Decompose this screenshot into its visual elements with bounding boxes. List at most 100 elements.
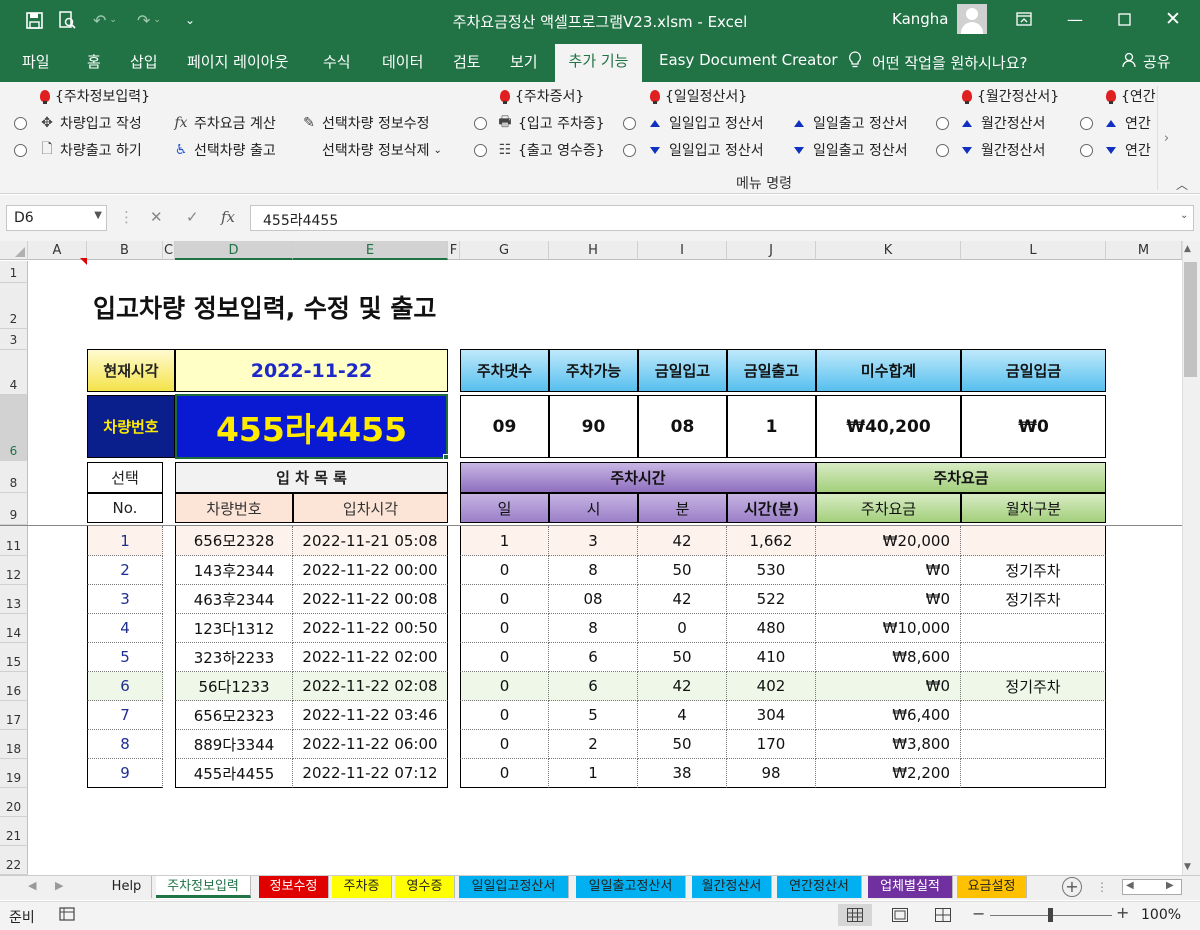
- tab-formulas[interactable]: 수식: [323, 51, 351, 72]
- selected-car-delete-dropdown[interactable]: 선택차량 정보삭제 ⌄: [322, 139, 442, 161]
- car-out-button[interactable]: 🗋 차량출고 하기: [38, 139, 141, 161]
- sheet-tab-4[interactable]: 영수증: [395, 876, 455, 898]
- out-receipt-button[interactable]: ☷ {출고 영수증}: [496, 139, 605, 161]
- col-header-i[interactable]: I: [638, 241, 727, 260]
- row-header-13[interactable]: 13: [0, 585, 28, 614]
- row-header-3[interactable]: 3: [0, 329, 28, 350]
- row-hours[interactable]: 5: [549, 701, 638, 730]
- row-plate[interactable]: 455라4455: [175, 759, 293, 788]
- tab-add-ins[interactable]: 추가 기능: [555, 44, 642, 82]
- row-plate[interactable]: 463후2344: [175, 585, 293, 614]
- row-entry-time[interactable]: 2022-11-22 02:00: [293, 643, 448, 672]
- tab-insert[interactable]: 삽입: [130, 51, 158, 72]
- row-hours[interactable]: 6: [549, 643, 638, 672]
- enter-icon[interactable]: ✓: [186, 208, 199, 226]
- row-header-2[interactable]: 2: [0, 283, 28, 329]
- row-total-minutes[interactable]: 410: [727, 643, 816, 672]
- daily-in-up-radio[interactable]: [623, 112, 636, 134]
- row-days[interactable]: 0: [460, 701, 549, 730]
- vertical-scroll-thumb[interactable]: [1184, 262, 1197, 377]
- page-layout-view-icon[interactable]: [892, 908, 908, 926]
- col-header-f[interactable]: F: [448, 241, 460, 260]
- row-entry-time[interactable]: 2022-11-22 00:00: [293, 556, 448, 585]
- row-no[interactable]: 7: [87, 701, 163, 730]
- avatar[interactable]: [957, 4, 987, 34]
- scroll-left-icon[interactable]: ◀: [1126, 880, 1134, 891]
- customize-qat-icon[interactable]: ⌄: [180, 9, 200, 31]
- sheet-tab-6[interactable]: 일일출고정산서: [576, 876, 686, 898]
- row-no[interactable]: 5: [87, 643, 163, 672]
- tab-home[interactable]: 홈: [87, 51, 101, 72]
- row-plate[interactable]: 123다1312: [175, 614, 293, 643]
- tab-view[interactable]: 보기: [510, 51, 538, 72]
- row-no[interactable]: 3: [87, 585, 163, 614]
- car-in-button[interactable]: ✥ 차량입고 작성: [38, 112, 142, 134]
- zoom-slider-thumb[interactable]: [1048, 908, 1053, 922]
- collapse-ribbon-icon[interactable]: ︿: [1176, 176, 1188, 193]
- tell-me-search[interactable]: 어떤 작업을 원하시나요?: [848, 51, 1028, 73]
- row-header-15[interactable]: 15: [0, 643, 28, 672]
- zoom-in-icon[interactable]: +: [1116, 903, 1129, 922]
- col-header-e[interactable]: E: [293, 241, 448, 260]
- row-minutes[interactable]: 50: [638, 643, 727, 672]
- sheet-tab-1[interactable]: 주차정보입력: [156, 876, 251, 898]
- row-monthly[interactable]: 정기주차: [961, 585, 1106, 614]
- row-monthly[interactable]: [961, 526, 1106, 556]
- plate-input[interactable]: 455라4455: [175, 394, 448, 459]
- row-plate[interactable]: 656모2323: [175, 701, 293, 730]
- row-plate[interactable]: 323하2233: [175, 643, 293, 672]
- row-header-17[interactable]: 17: [0, 701, 28, 730]
- daily-out-desc-button[interactable]: 일일출고 정산서: [794, 139, 908, 161]
- row-monthly[interactable]: 정기주차: [961, 672, 1106, 701]
- expand-formula-icon[interactable]: ⌄: [1180, 210, 1188, 221]
- sheet-tab-8[interactable]: 연간정산서: [777, 876, 862, 898]
- undo-icon[interactable]: ↶ ⌄: [90, 9, 120, 31]
- macro-record-icon[interactable]: [59, 907, 75, 925]
- row-minutes[interactable]: 50: [638, 556, 727, 585]
- row-fee[interactable]: ₩0: [816, 672, 961, 701]
- page-break-view-icon[interactable]: [935, 908, 951, 926]
- in-ticket-radio[interactable]: [474, 112, 487, 134]
- row-plate[interactable]: 56다1233: [175, 672, 293, 701]
- row-header-6[interactable]: 6: [0, 395, 28, 461]
- sheet-tab-10[interactable]: 요금설정: [957, 876, 1027, 898]
- row-entry-time[interactable]: 2022-11-22 06:00: [293, 730, 448, 759]
- row-monthly[interactable]: [961, 643, 1106, 672]
- row-total-minutes[interactable]: 530: [727, 556, 816, 585]
- col-header-g[interactable]: G: [460, 241, 549, 260]
- col-header-h[interactable]: H: [549, 241, 638, 260]
- col-header-m[interactable]: M: [1106, 241, 1182, 260]
- row-total-minutes[interactable]: 98: [727, 759, 816, 788]
- col-header-l[interactable]: L: [961, 241, 1106, 260]
- row-fee[interactable]: ₩8,600: [816, 643, 961, 672]
- tab-easy-document-creator[interactable]: Easy Document Creator: [659, 51, 838, 69]
- ribbon-display-icon[interactable]: [1007, 6, 1041, 32]
- row-entry-time[interactable]: 2022-11-22 02:08: [293, 672, 448, 701]
- row-minutes[interactable]: 38: [638, 759, 727, 788]
- redo-icon[interactable]: ↷ ⌄: [134, 9, 164, 31]
- row-header-20[interactable]: 20: [0, 788, 28, 817]
- share-button[interactable]: 공유: [1122, 51, 1171, 72]
- tab-review[interactable]: 검토: [453, 51, 481, 72]
- scroll-up-icon[interactable]: ▲: [1184, 244, 1191, 254]
- car-out-radio[interactable]: [14, 139, 27, 161]
- row-fee[interactable]: ₩6,400: [816, 701, 961, 730]
- row-no[interactable]: 4: [87, 614, 163, 643]
- cancel-icon[interactable]: ✕: [150, 208, 163, 226]
- sheet-tab-5[interactable]: 일일입고정산서: [459, 876, 569, 898]
- row-hours[interactable]: 6: [549, 672, 638, 701]
- daily-in-desc-button[interactable]: 일일입고 정산서: [650, 139, 764, 161]
- col-header-j[interactable]: J: [727, 241, 816, 260]
- monthly-desc-button[interactable]: 월간정산서: [962, 139, 1045, 161]
- row-total-minutes[interactable]: 402: [727, 672, 816, 701]
- row-monthly[interactable]: [961, 614, 1106, 643]
- monthly-up-radio[interactable]: [936, 112, 949, 134]
- row-minutes[interactable]: 42: [638, 585, 727, 614]
- car-in-radio[interactable]: [14, 112, 27, 134]
- row-plate[interactable]: 143후2344: [175, 556, 293, 585]
- sheet-tab-0[interactable]: Help: [102, 876, 152, 898]
- prev-sheet-icon[interactable]: ◀: [28, 879, 36, 892]
- row-header-14[interactable]: 14: [0, 614, 28, 643]
- name-box[interactable]: D6 ▼: [6, 205, 107, 231]
- row-header-18[interactable]: 18: [0, 730, 28, 759]
